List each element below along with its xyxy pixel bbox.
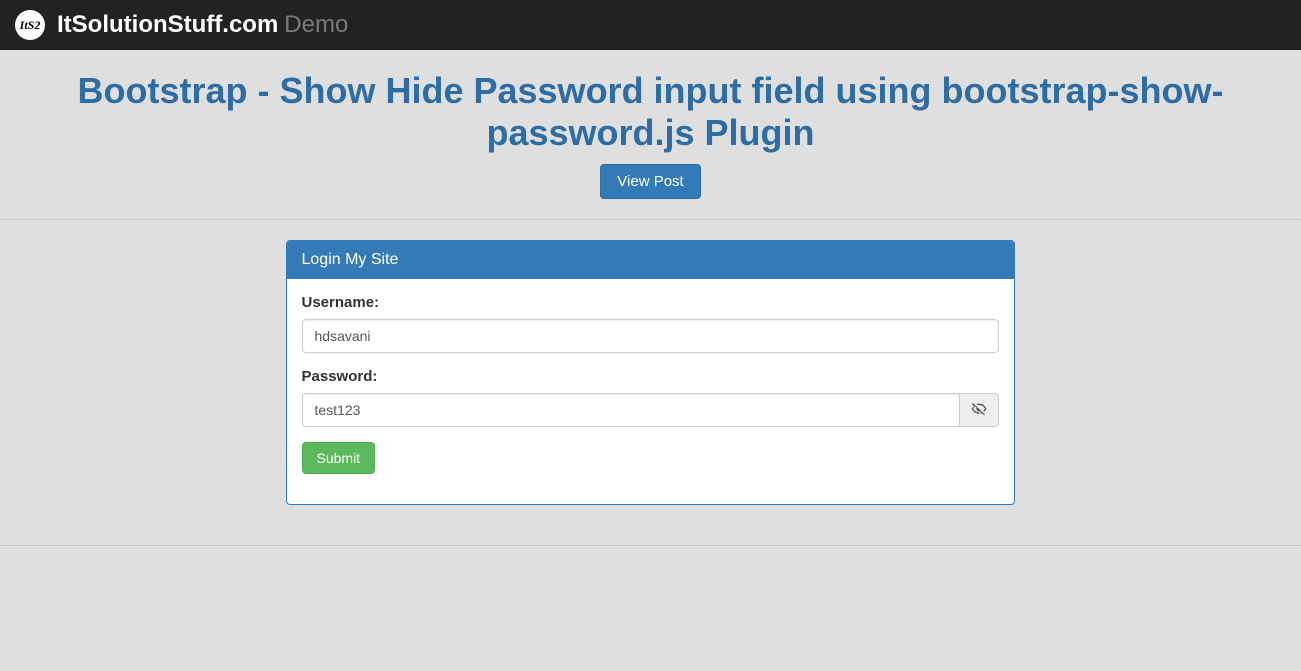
password-label: Password: (302, 368, 1000, 385)
login-panel: Login My Site Username: Password: (286, 240, 1016, 505)
password-input[interactable] (302, 393, 960, 427)
username-input[interactable] (302, 319, 1000, 353)
main-row: Login My Site Username: Password: (81, 240, 1221, 525)
divider-top (0, 219, 1301, 220)
username-label: Username: (302, 294, 1000, 311)
main-container: Login My Site Username: Password: (66, 240, 1236, 525)
main-col: Login My Site Username: Password: (271, 240, 1031, 525)
logo-icon: ItS2 (15, 10, 45, 40)
view-post-container: View Post (0, 164, 1301, 199)
submit-group: Submit (302, 442, 1000, 474)
toggle-password-button[interactable] (959, 393, 999, 427)
password-group: Password: (302, 368, 1000, 427)
page-title: Bootstrap - Show Hide Password input fie… (0, 70, 1301, 154)
eye-slash-icon (971, 401, 987, 420)
divider-bottom (0, 545, 1301, 546)
navbar: ItS2 ItSolutionStuff.com Demo (0, 0, 1301, 50)
password-input-group (302, 393, 1000, 427)
view-post-button[interactable]: View Post (600, 164, 700, 199)
username-group: Username: (302, 294, 1000, 353)
brand-main-text: ItSolutionStuff.com (57, 11, 278, 39)
submit-button[interactable]: Submit (302, 442, 376, 474)
brand-sub-text: Demo (284, 11, 348, 39)
navbar-brand-link[interactable]: ItS2 ItSolutionStuff.com Demo (15, 10, 348, 40)
panel-body: Username: Password: (287, 279, 1015, 504)
panel-title: Login My Site (287, 241, 1015, 279)
